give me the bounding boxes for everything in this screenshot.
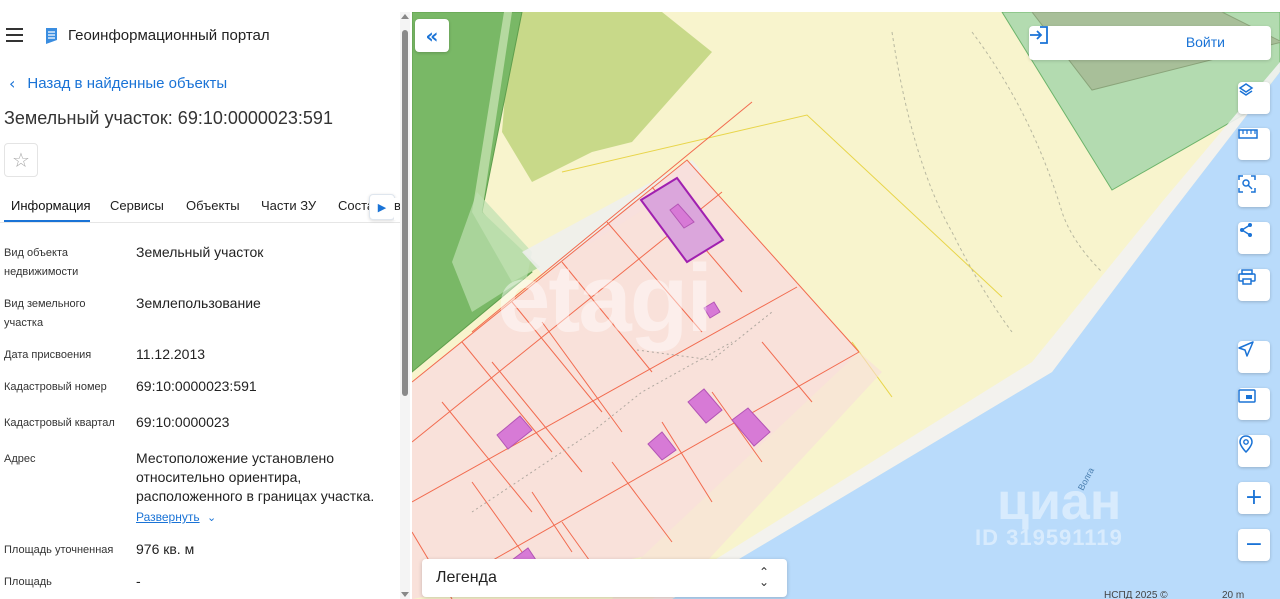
tab-info[interactable]: Информация	[11, 198, 91, 213]
prop-value: 976 кв. м	[136, 541, 195, 557]
prop-label: Площадь уточненная	[4, 544, 114, 556]
scrollbar-thumb[interactable]	[402, 30, 408, 396]
tab-objects[interactable]: Объекты	[186, 198, 240, 213]
prop-label: Площадь	[4, 576, 52, 588]
ruler-button[interactable]	[1238, 128, 1270, 160]
prop-label: Кадастровый номер	[4, 381, 107, 393]
prop-value: -	[136, 573, 141, 589]
basemap-icon	[1238, 389, 1256, 403]
prop-label: Адрес	[4, 453, 36, 465]
triangle-right-icon: ▶	[377, 201, 387, 214]
map-layers	[412, 12, 1280, 599]
prop-value: 69:10:0000023	[136, 414, 230, 430]
tab-bar: Информация Сервисы Объекты Части ЗУ Сост…	[0, 190, 400, 223]
login-icon	[1030, 26, 1048, 44]
scroll-up-icon[interactable]	[401, 14, 409, 19]
chevron-left-icon: ‹	[9, 74, 16, 93]
prop-value: Землепользование	[136, 295, 261, 311]
browser-strip-map	[412, 0, 1280, 12]
prop-label: Вид объекта недвижимости	[4, 247, 79, 278]
prop-value: 69:10:0000023:591	[136, 378, 257, 394]
collapse-panel-button[interactable]: «	[415, 19, 449, 52]
info-panel: Геоинформационный портал ‹ Назад в найде…	[0, 0, 412, 599]
scroll-down-icon[interactable]	[401, 592, 409, 597]
expand-collapse-icon: ⌃ ⌄	[758, 565, 769, 589]
page-title: Земельный участок: 69:10:0000023:591	[4, 108, 333, 128]
logo-icon	[46, 28, 57, 44]
pin-search-icon	[1239, 435, 1253, 453]
share-button[interactable]	[1238, 222, 1270, 254]
print-button[interactable]	[1238, 269, 1270, 301]
legend-dropdown[interactable]: Легенда ⌃ ⌄	[422, 559, 787, 597]
basemap-button[interactable]	[1238, 388, 1270, 420]
browser-strip	[0, 0, 412, 8]
print-icon	[1238, 269, 1256, 285]
zoom-out-icon: −	[1244, 532, 1264, 557]
chevron-down-icon[interactable]: ⌄	[207, 511, 216, 524]
tabs-scroll-right-button[interactable]: ▶	[369, 194, 395, 220]
share-icon	[1240, 223, 1252, 237]
panel-scrollbar[interactable]	[400, 12, 410, 599]
back-to-results-link[interactable]: ‹ Назад в найденные объекты	[9, 74, 227, 93]
active-tab-indicator	[4, 220, 90, 222]
star-icon: ☆	[12, 148, 30, 172]
tab-parts[interactable]: Части ЗУ	[261, 198, 316, 213]
layers-icon	[1238, 83, 1254, 96]
prop-label: Кадастровый квартал	[4, 417, 115, 429]
prop-label: Дата присвоения	[4, 349, 92, 361]
zoom-in-icon: +	[1244, 485, 1264, 510]
expand-link[interactable]: Развернуть	[136, 510, 200, 524]
prop-value: Местоположение установлено относительно …	[136, 450, 375, 504]
menu-icon[interactable]	[6, 28, 23, 42]
prop-label: Вид земельного участка	[4, 298, 86, 329]
legend-label: Легенда	[436, 569, 497, 586]
map-attribution: НСПД 2025 ©	[1104, 590, 1168, 599]
select-area-icon	[1238, 175, 1256, 193]
tab-services[interactable]: Сервисы	[110, 198, 164, 213]
login-label: Войти	[1185, 34, 1225, 50]
select-area-button[interactable]	[1238, 175, 1270, 207]
zoom-in-button[interactable]: +	[1238, 482, 1270, 514]
prop-value: 11.12.2013	[136, 346, 206, 362]
app-root: Геоинформационный портал ‹ Назад в найде…	[0, 0, 1280, 599]
double-chevron-left-icon: «	[425, 23, 439, 48]
login-button[interactable]: Войти	[1029, 26, 1271, 60]
locate-icon	[1238, 341, 1254, 357]
ruler-icon	[1238, 129, 1258, 139]
favorite-star-button[interactable]: ☆	[4, 143, 38, 177]
app-title: Геоинформационный портал	[68, 27, 270, 44]
layers-button[interactable]	[1238, 82, 1270, 114]
map-scale: 20 m	[1222, 590, 1245, 599]
locate-button[interactable]	[1238, 341, 1270, 373]
zoom-out-button[interactable]: −	[1238, 529, 1270, 561]
pin-search-button[interactable]	[1238, 435, 1270, 467]
back-link-label: Назад в найденные объекты	[27, 75, 228, 92]
prop-value: Земельный участок	[136, 244, 264, 260]
app-header: Геоинформационный портал	[0, 18, 400, 54]
map-canvas[interactable]: etagi циан ID 319591119 Волга « Войти + …	[412, 12, 1280, 599]
